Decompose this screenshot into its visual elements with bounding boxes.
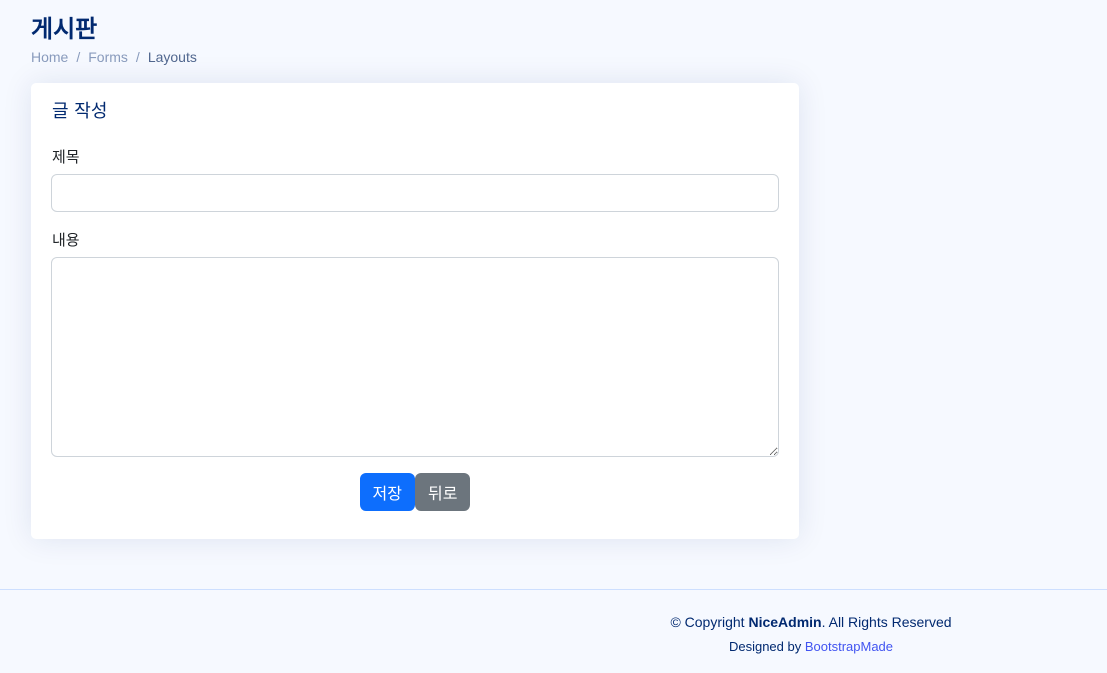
footer: © Copyright NiceAdmin. All Rights Reserv… <box>0 589 1107 673</box>
breadcrumb-separator: / <box>135 49 140 65</box>
brand-name: NiceAdmin <box>748 614 822 630</box>
breadcrumb: Home / Forms / Layouts <box>31 48 1107 66</box>
copyright: © Copyright NiceAdmin. All Rights Reserv… <box>571 613 1051 631</box>
footer-content: © Copyright NiceAdmin. All Rights Reserv… <box>571 613 1051 655</box>
button-row: 저장 뒤로 <box>51 473 779 511</box>
page-title: 게시판 <box>31 15 98 43</box>
save-button[interactable]: 저장 <box>359 473 415 511</box>
content-textarea[interactable] <box>51 257 779 457</box>
title-input[interactable] <box>51 174 779 212</box>
card-title: 글 작성 <box>52 101 108 122</box>
post-form-card: 글 작성 제목 내용 저장 뒤로 <box>31 83 799 539</box>
title-label: 제목 <box>52 148 80 166</box>
breadcrumb-forms[interactable]: Forms <box>88 48 128 66</box>
credits: Designed by BootstrapMade <box>571 639 1051 655</box>
back-button[interactable]: 뒤로 <box>415 473 471 511</box>
designer-link[interactable]: BootstrapMade <box>805 639 893 654</box>
breadcrumb-current: Layouts <box>147 49 197 65</box>
breadcrumb-home[interactable]: Home <box>31 48 68 66</box>
content-label: 내용 <box>52 231 80 249</box>
post-form: 제목 내용 저장 뒤로 <box>51 147 779 511</box>
designed-by-label: Designed by <box>728 639 805 654</box>
copyright-suffix: . All Rights Reserved <box>821 614 952 630</box>
copyright-prefix: © Copyright <box>670 614 749 630</box>
breadcrumb-separator: / <box>76 49 81 65</box>
